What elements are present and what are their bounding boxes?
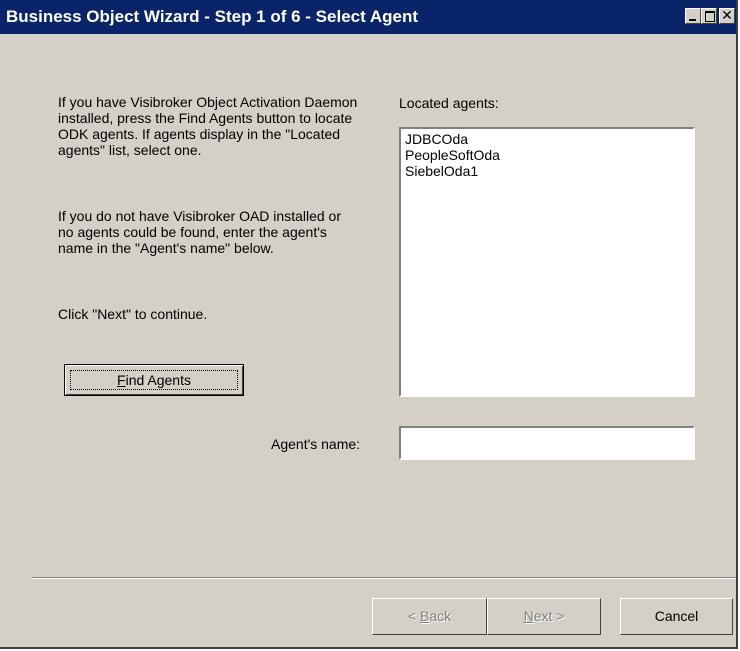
next-accel: N [523,608,534,624]
close-button[interactable]: ✕ [719,7,735,24]
list-item[interactable]: SiebelOda1 [405,163,689,179]
close-icon: ✕ [721,7,733,23]
cancel-button[interactable]: Cancel [620,598,733,635]
located-agents-label: Located agents: [399,95,499,111]
instruction-paragraph-2: If you do not have Visibroker OAD instal… [58,208,342,256]
minimize-button[interactable] [685,8,701,24]
wizard-window: Business Object Wizard - Step 1 of 6 - S… [0,0,738,649]
back-rest: ack [429,608,452,624]
list-item[interactable]: PeopleSoftOda [405,147,689,163]
agent-name-label: Agent's name: [271,436,361,452]
next-button[interactable]: Next > [487,598,601,635]
find-agents-button[interactable]: Find Agents [64,364,244,396]
maximize-icon [705,11,715,22]
back-prefix: < [407,608,420,624]
instruction-paragraph-3: Click "Next" to continue. [58,306,208,322]
next-rest: ext > [533,608,565,624]
instruction-paragraph-1: If you have Visibroker Object Activation… [58,94,358,158]
back-button[interactable]: < Back [372,598,487,635]
title-bar[interactable]: Business Object Wizard - Step 1 of 6 - S… [0,0,736,34]
minimize-icon [689,19,696,21]
separator-highlight [32,578,736,579]
window-title: Business Object Wizard - Step 1 of 6 - S… [6,7,419,26]
focus-rect [70,370,238,390]
back-accel: B [419,608,430,624]
agent-name-field[interactable] [399,426,695,460]
located-agents-list[interactable]: JDBCOda PeopleSoftOda SiebelOda1 [399,127,695,397]
maximize-button[interactable] [701,8,717,24]
list-item[interactable]: JDBCOda [405,131,689,147]
